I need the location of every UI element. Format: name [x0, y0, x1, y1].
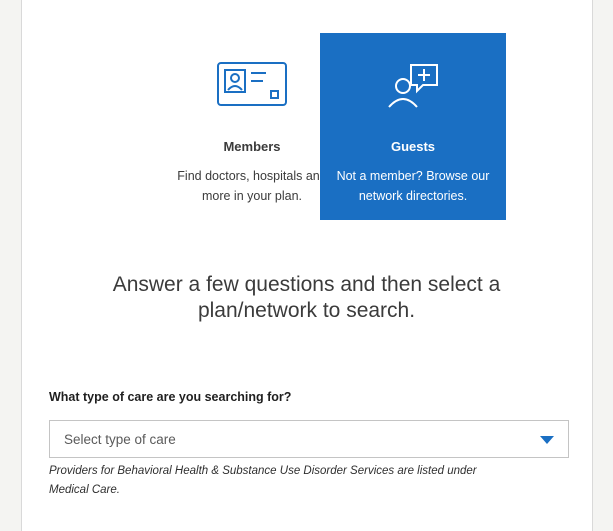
chevron-down-icon — [540, 436, 554, 444]
care-type-select[interactable]: Select type of care — [49, 420, 569, 458]
person-chat-plus-icon — [388, 64, 438, 108]
care-type-label: What type of care are you searching for? — [49, 390, 292, 404]
guests-tile[interactable]: Guests Not a member? Browse our network … — [320, 33, 506, 220]
members-title: Members — [223, 139, 281, 154]
guests-title: Guests — [390, 139, 436, 154]
members-tile[interactable]: Members Find doctors, hospitals and more… — [159, 33, 345, 220]
page-headline: Answer a few questions and then select a… — [112, 273, 501, 322]
members-description: Find doctors, hospitals and more in your… — [177, 169, 327, 203]
id-card-icon — [217, 62, 287, 106]
guests-description: Not a member? Browse our network directo… — [336, 169, 490, 203]
care-type-helper-text: Providers for Behavioral Health & Substa… — [49, 465, 477, 496]
care-type-select-value: Select type of care — [64, 432, 176, 447]
